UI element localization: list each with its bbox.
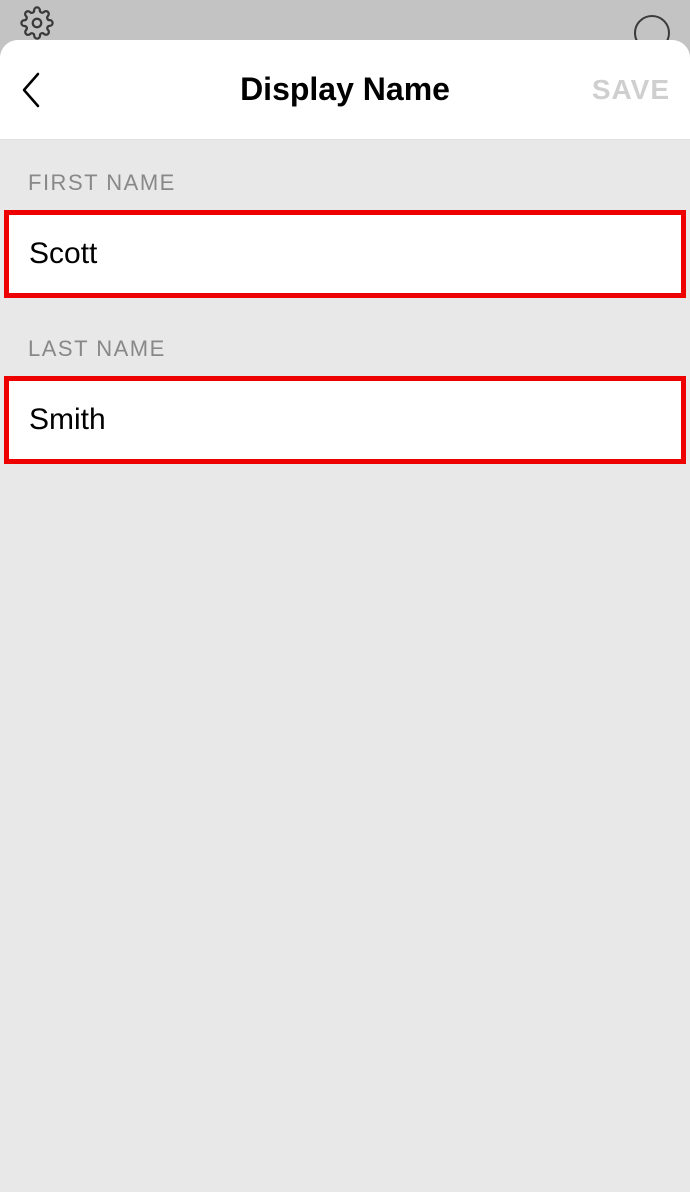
sheet-header: Display Name SAVE [0, 40, 690, 140]
first-name-highlight [4, 210, 686, 298]
last-name-label: LAST NAME [0, 336, 690, 376]
modal-sheet: Display Name SAVE FIRST NAME LAST NAME [0, 40, 690, 1192]
last-name-input[interactable] [9, 381, 681, 459]
first-name-group: FIRST NAME [0, 170, 690, 298]
first-name-label: FIRST NAME [0, 170, 690, 210]
gear-icon [20, 6, 54, 45]
first-name-input[interactable] [9, 215, 681, 293]
page-title: Display Name [240, 71, 450, 108]
back-button[interactable] [20, 70, 60, 110]
last-name-group: LAST NAME [0, 336, 690, 464]
last-name-highlight [4, 376, 686, 464]
chevron-left-icon [20, 71, 42, 109]
save-button[interactable]: SAVE [592, 74, 670, 106]
form-section: FIRST NAME LAST NAME [0, 140, 690, 464]
